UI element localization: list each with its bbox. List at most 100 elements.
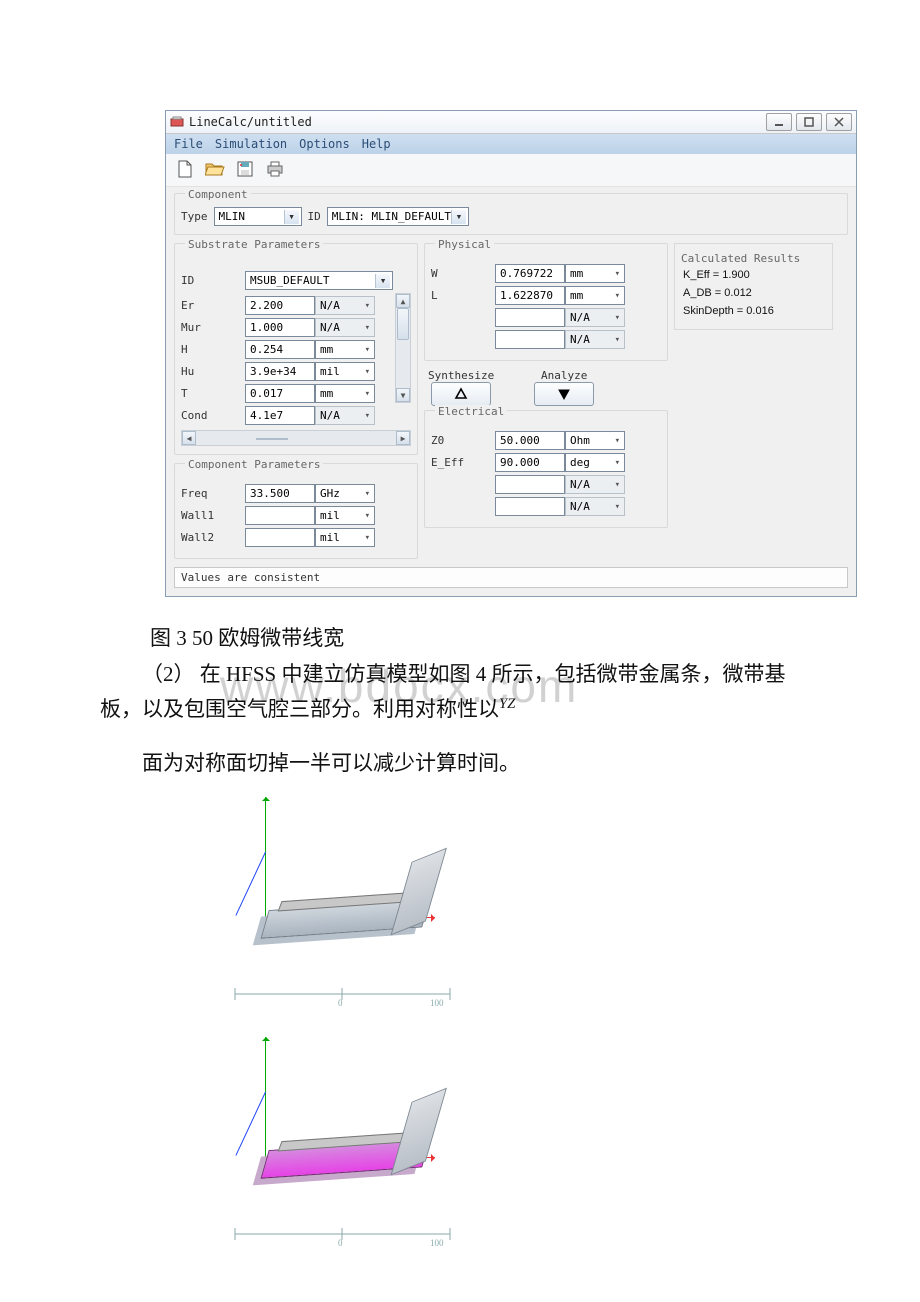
linecalc-window: LineCalc/untitled File Simulation Option… (165, 110, 857, 597)
hfss-model-1 (220, 792, 470, 972)
substrate-id-value: MSUB_DEFAULT (250, 274, 329, 287)
ruler-icon: 0 100 (230, 1222, 460, 1252)
h-unit[interactable]: mm▾ (315, 340, 375, 359)
results-group-label: Calculated Results (681, 250, 800, 267)
param-label: Er (181, 299, 245, 312)
l-input[interactable]: 1.622870 (495, 286, 565, 305)
scroll-right-icon[interactable]: ▶ (396, 431, 410, 445)
physical-group-label: Physical (435, 238, 494, 251)
wall2-input[interactable] (245, 528, 315, 547)
axis-icon (240, 1032, 241, 1192)
hu-unit[interactable]: mil▾ (315, 362, 375, 381)
scroll-left-icon[interactable]: ◀ (182, 431, 196, 445)
electrical-group-label: Electrical (435, 405, 507, 418)
freq-unit[interactable]: GHz▾ (315, 484, 375, 503)
hfss-model-2 (220, 1032, 470, 1212)
window-maximize-button[interactable] (796, 113, 822, 131)
svg-text:0: 0 (338, 1238, 343, 1248)
type-combo[interactable]: MLIN ▾ (214, 207, 302, 226)
l-unit[interactable]: mm▾ (565, 286, 625, 305)
param-label: Cond (181, 409, 245, 422)
freq-input[interactable]: 33.500 (245, 484, 315, 503)
wall1-input[interactable] (245, 506, 315, 525)
paragraph: 面为对称面切掉一半可以减少计算时间。 (100, 746, 820, 782)
analyze-label: Analyze (534, 369, 594, 382)
cond-input[interactable]: 4.1e7 (245, 406, 315, 425)
analyze-button[interactable] (534, 382, 594, 406)
elec3-unit[interactable]: N/A▾ (565, 475, 625, 494)
mur-input[interactable]: 1.000 (245, 318, 315, 337)
er-unit[interactable]: N/A▾ (315, 296, 375, 315)
scroll-up-icon[interactable]: ▲ (396, 294, 410, 308)
phys3-input[interactable] (495, 308, 565, 327)
er-input[interactable]: 2.200 (245, 296, 315, 315)
param-label: Mur (181, 321, 245, 334)
chevron-down-icon: ▾ (284, 210, 299, 224)
menubar: File Simulation Options Help (166, 134, 856, 154)
svg-text:100: 100 (430, 998, 444, 1008)
wall1-unit[interactable]: mil▾ (315, 506, 375, 525)
eeff-input[interactable]: 90.000 (495, 453, 565, 472)
chevron-down-icon: ▾ (375, 274, 390, 288)
component-id-combo[interactable]: MLIN: MLIN_DEFAULT ▾ (327, 207, 469, 226)
wall2-unit[interactable]: mil▾ (315, 528, 375, 547)
mur-unit[interactable]: N/A▾ (315, 318, 375, 337)
window-close-button[interactable] (826, 113, 852, 131)
status-text: Values are consistent (181, 571, 320, 584)
t-unit[interactable]: mm▾ (315, 384, 375, 403)
axis-icon (240, 792, 241, 952)
param-label: Wall1 (181, 509, 245, 522)
open-file-icon[interactable] (204, 158, 226, 180)
new-file-icon[interactable] (174, 158, 196, 180)
h-input[interactable]: 0.254 (245, 340, 315, 359)
type-value: MLIN (219, 210, 246, 223)
figure-caption: 图 3 50 欧姆微带线宽 (150, 621, 820, 657)
phys4-unit[interactable]: N/A▾ (565, 330, 625, 349)
elec4-input[interactable] (495, 497, 565, 516)
figure-area: 0 100 (220, 792, 820, 1252)
synthesize-button[interactable] (431, 382, 491, 406)
menu-options[interactable]: Options (299, 137, 350, 151)
type-label: Type (181, 210, 208, 223)
component-group: Component Type MLIN ▾ ID MLIN: MLIN_DEFA… (174, 193, 848, 235)
component-group-label: Component (185, 188, 251, 201)
phys4-input[interactable] (495, 330, 565, 349)
result-line: A_DB = 0.012 (683, 287, 826, 299)
menu-help[interactable]: Help (362, 137, 391, 151)
elec4-unit[interactable]: N/A▾ (565, 497, 625, 516)
param-label: L (431, 289, 495, 302)
param-label: Hu (181, 365, 245, 378)
cond-unit[interactable]: N/A▾ (315, 406, 375, 425)
physical-group: Physical W0.769722mm▾ L1.622870mm▾ N/A▾ … (424, 243, 668, 361)
w-input[interactable]: 0.769722 (495, 264, 565, 283)
synthesize-label: Synthesize (428, 369, 494, 382)
phys3-unit[interactable]: N/A▾ (565, 308, 625, 327)
window-minimize-button[interactable] (766, 113, 792, 131)
menu-file[interactable]: File (174, 137, 203, 151)
scroll-thumb[interactable] (397, 308, 409, 340)
w-unit[interactable]: mm▾ (565, 264, 625, 283)
param-label: Freq (181, 487, 245, 500)
hscroll-thumb[interactable] (256, 438, 288, 440)
status-bar: Values are consistent (174, 567, 848, 588)
document-body: 图 3 50 欧姆微带线宽 （2） 在 HFSS 中建立仿真模型如图 4 所示，… (100, 621, 820, 1252)
elec3-input[interactable] (495, 475, 565, 494)
eeff-unit[interactable]: deg▾ (565, 453, 625, 472)
print-icon[interactable] (264, 158, 286, 180)
param-label: W (431, 267, 495, 280)
save-file-icon[interactable] (234, 158, 256, 180)
hu-input[interactable]: 3.9e+34 (245, 362, 315, 381)
substrate-hscrollbar[interactable]: ◀ ▶ (181, 430, 411, 446)
substrate-id-combo[interactable]: MSUB_DEFAULT ▾ (245, 271, 393, 290)
substrate-group-label: Substrate Parameters (185, 238, 323, 251)
svg-text:100: 100 (430, 1238, 444, 1248)
z0-input[interactable]: 50.000 (495, 431, 565, 450)
z0-unit[interactable]: Ohm▾ (565, 431, 625, 450)
t-input[interactable]: 0.017 (245, 384, 315, 403)
menu-simulation[interactable]: Simulation (215, 137, 287, 151)
electrical-group: Electrical Z050.000Ohm▾ E_Eff90.000deg▾ … (424, 410, 668, 528)
titlebar: LineCalc/untitled (166, 111, 856, 134)
scroll-down-icon[interactable]: ▼ (396, 388, 410, 402)
substrate-scrollbar[interactable]: ▲ ▼ (395, 293, 411, 403)
svg-text:0: 0 (338, 998, 343, 1008)
